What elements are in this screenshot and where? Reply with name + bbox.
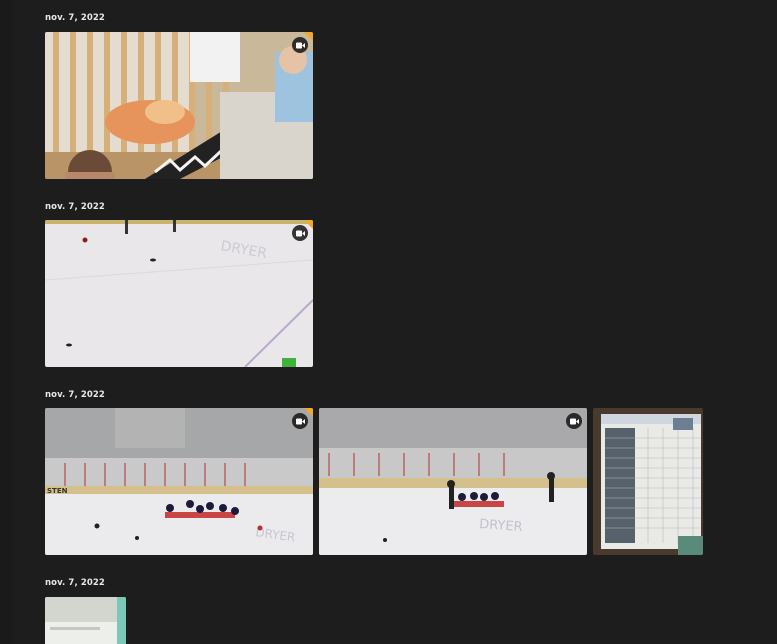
video-camera-icon [566, 413, 582, 429]
svg-text:DRYER: DRYER [479, 517, 523, 535]
media-thumbnail-2[interactable]: DRYER [45, 220, 313, 367]
svg-text:STEN: STEN [47, 487, 68, 495]
media-thumbnail-3[interactable]: STEN DRYER [45, 408, 313, 555]
media-thumbnail-1[interactable] [45, 32, 313, 179]
thumbnail-image [45, 32, 313, 179]
media-thumbnail-5[interactable] [593, 408, 703, 555]
media-thumbnail-6[interactable] [45, 597, 126, 644]
video-camera-icon [292, 413, 308, 429]
group-date-4: nov. 7, 2022 [45, 578, 105, 588]
group-date-1: nov. 7, 2022 [45, 13, 105, 23]
media-thumbnail-4[interactable]: DRYER [319, 408, 587, 555]
sidebar-edge [0, 0, 12, 644]
group-date-2: nov. 7, 2022 [45, 202, 105, 212]
thumbnail-image: STEN DRYER [45, 408, 313, 555]
thumbnail-image [45, 597, 126, 644]
thumbnail-image: DRYER [45, 220, 313, 367]
thumbnail-image [593, 408, 703, 555]
video-camera-icon [292, 37, 308, 53]
group-date-3: nov. 7, 2022 [45, 390, 105, 400]
thumbnail-image: DRYER [319, 408, 587, 555]
video-camera-icon [292, 225, 308, 241]
